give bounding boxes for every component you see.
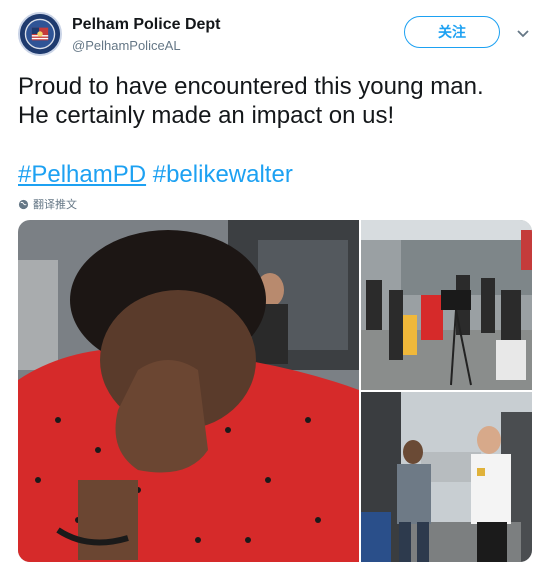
police-badge-icon	[20, 14, 60, 54]
globe-icon	[18, 199, 29, 209]
tweet-text: Proud to have encountered this young man…	[18, 72, 533, 130]
tweet-line-2: He certainly made an impact on us!	[18, 102, 395, 129]
tweet-header: Pelham Police Dept @PelhamPoliceAL 关注	[18, 12, 534, 58]
account-name[interactable]: Pelham Police Dept	[72, 16, 221, 34]
media-grid	[18, 220, 532, 562]
hashtag-row: #PelhamPD #belikewalter	[18, 160, 293, 189]
photo-officer-interview[interactable]	[361, 392, 532, 562]
follow-button[interactable]: 关注	[404, 16, 500, 48]
account-handle[interactable]: @PelhamPoliceAL	[72, 38, 181, 53]
hashtag-belikewalter[interactable]: #belikewalter	[153, 161, 293, 188]
photo-press-crowd[interactable]	[361, 220, 532, 390]
hashtag-pelhampd[interactable]: #PelhamPD	[18, 161, 146, 188]
tweet-line-1: Proud to have encountered this young man…	[18, 73, 484, 100]
photo-man-covering-face[interactable]	[18, 220, 359, 562]
chevron-down-icon[interactable]	[516, 26, 530, 40]
translate-link[interactable]: 翻译推文	[18, 196, 77, 212]
avatar[interactable]	[18, 12, 62, 56]
translate-label: 翻译推文	[33, 199, 77, 211]
